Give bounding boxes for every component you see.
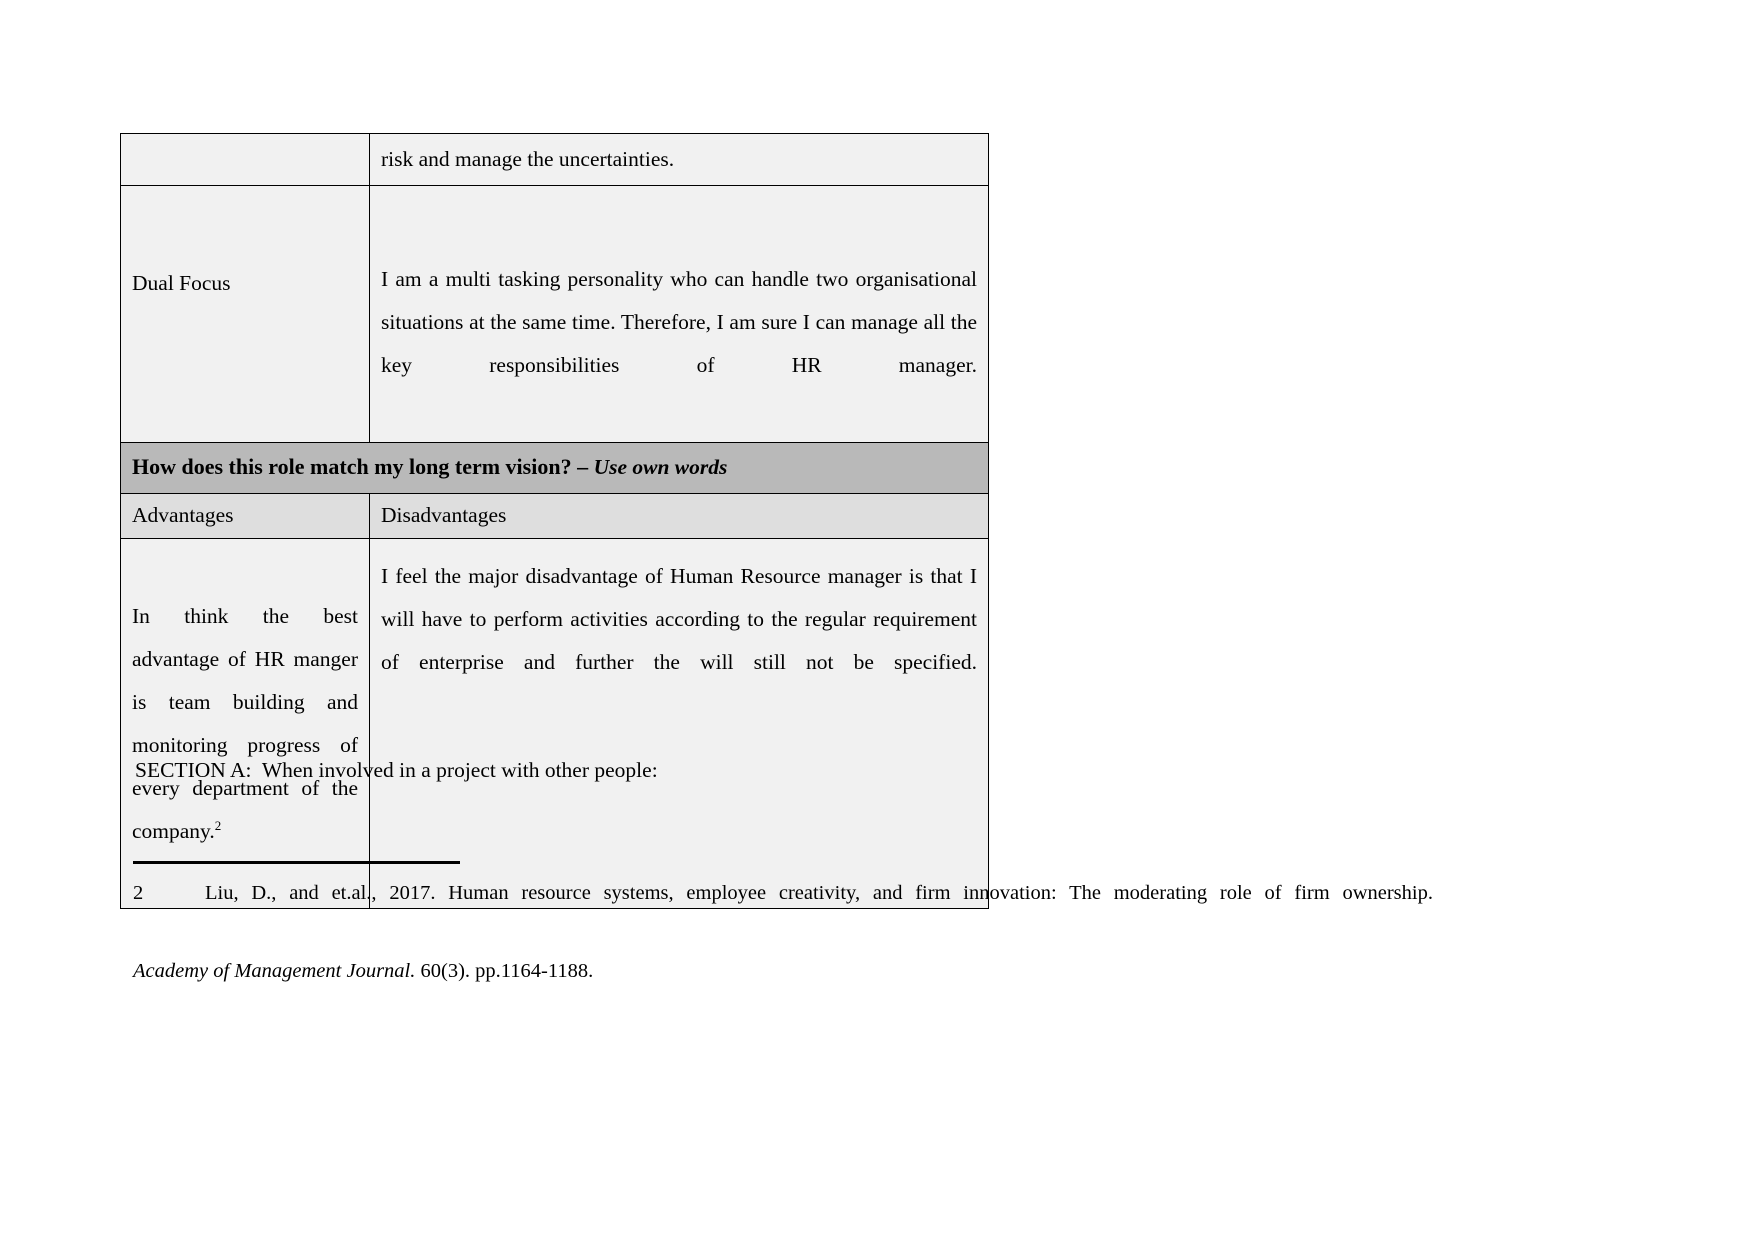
competency-table: risk and manage the uncertainties. Dual … [120,133,989,909]
cell-banner: How does this role match my long term vi… [120,442,989,494]
document-page: risk and manage the uncertainties. Dual … [0,0,1754,1241]
section-a-heading: SECTION A: When involved in a project wi… [135,758,658,782]
cell-advantages-content: In think the best advantage of HR manger… [120,538,370,909]
banner-instruction: Use own words [593,455,728,479]
cell-disadvantages-content: I feel the major disadvantage of Human R… [369,538,989,909]
table-row: Dual Focus I am a multi tasking personal… [120,185,989,443]
cell-disadvantages-text: I feel the major disadvantage of Human R… [381,564,977,674]
banner-question: How does this role match my long term vi… [132,454,594,479]
table-row: In think the best advantage of HR manger… [120,538,989,909]
footnote-marker[interactable]: 2 [215,818,222,833]
footnote-number: 2 [133,882,144,904]
cell-label-continued [120,133,370,186]
footnote-line-1: 2 Liu, D., and et.al., 2017. Human resour… [133,874,1433,952]
footnote-separator-rule [133,861,460,864]
cell-advantages-text: In think the best advantage of HR manger… [132,604,358,843]
footnote-volume-pages: 60(3). pp.1164-1188. [415,960,594,982]
table-subheader-row: Advantages Disadvantages [120,493,989,539]
cell-body-dual-focus-text: I am a multi tasking personality who can… [381,267,977,377]
subheader-disadvantages: Disadvantages [369,493,989,539]
subheader-advantages: Advantages [120,493,370,539]
table-row: risk and manage the uncertainties. [120,133,989,186]
footnote-line-2: Academy of Management Journal. 60(3). pp… [133,952,1433,991]
cell-body-dual-focus: I am a multi tasking personality who can… [369,185,989,443]
footnote-citation-text: Liu, D., and et.al., 2017. Human resourc… [205,882,1433,904]
cell-body-continued: risk and manage the uncertainties. [369,133,989,186]
cell-label-dual-focus: Dual Focus [120,185,370,443]
footnote-block: 2 Liu, D., and et.al., 2017. Human resour… [133,874,1433,991]
table-banner-row: How does this role match my long term vi… [120,442,989,494]
footnote-journal-title: Academy of Management Journal. [133,960,416,982]
